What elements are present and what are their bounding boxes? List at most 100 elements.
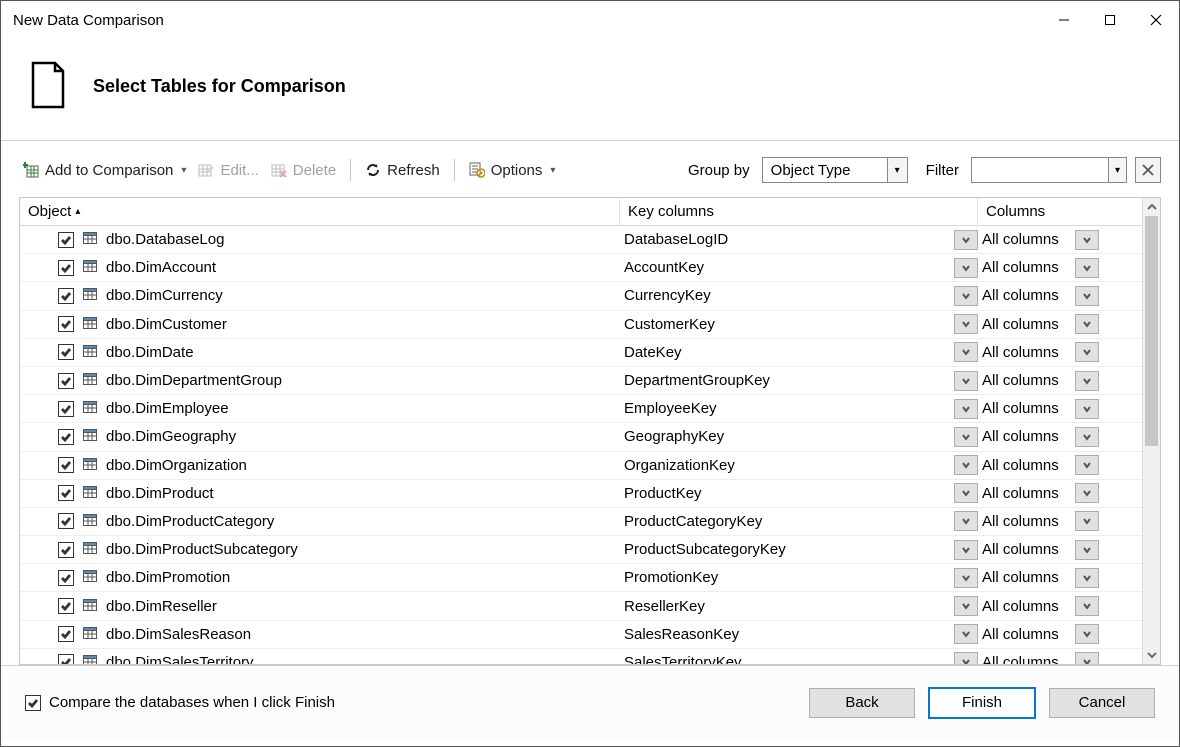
key-column-dropdown[interactable] [954,596,978,616]
scroll-up-icon[interactable] [1143,198,1160,216]
row-checkbox[interactable] [58,288,74,304]
columns-dropdown[interactable] [1075,624,1099,644]
columns-dropdown[interactable] [1075,596,1099,616]
row-checkbox[interactable] [58,570,74,586]
row-checkbox[interactable] [58,316,74,332]
columns-dropdown[interactable] [1075,286,1099,306]
table-icon [82,512,98,531]
table-row[interactable]: dbo.DimProductProductKeyAll columns [20,480,1142,508]
row-checkbox[interactable] [58,232,74,248]
document-icon [29,61,67,112]
titlebar: New Data Comparison [1,1,1179,39]
row-checkbox[interactable] [58,485,74,501]
back-button[interactable]: Back [809,688,915,718]
refresh-button[interactable]: Refresh [361,157,444,183]
table-row[interactable]: dbo.DimAccountAccountKeyAll columns [20,254,1142,282]
delete-table-icon [271,162,287,178]
row-checkbox[interactable] [58,542,74,558]
table-row[interactable]: dbo.DimOrganizationOrganizationKeyAll co… [20,452,1142,480]
row-checkbox[interactable] [58,654,74,664]
groupby-value: Object Type [763,162,887,179]
key-column-dropdown[interactable] [954,483,978,503]
row-checkbox[interactable] [58,429,74,445]
table-row[interactable]: dbo.DimProductSubcategoryProductSubcateg… [20,536,1142,564]
scroll-track[interactable] [1143,216,1160,646]
table-row[interactable]: dbo.DatabaseLogDatabaseLogIDAll columns [20,226,1142,254]
table-row[interactable]: dbo.DimSalesReasonSalesReasonKeyAll colu… [20,621,1142,649]
column-header-key[interactable]: Key columns [620,198,978,225]
key-column-dropdown[interactable] [954,258,978,278]
columns-dropdown[interactable] [1075,455,1099,475]
row-checkbox[interactable] [58,344,74,360]
table-row[interactable]: dbo.DimDepartmentGroupDepartmentGroupKey… [20,367,1142,395]
columns-dropdown[interactable] [1075,314,1099,334]
object-name: dbo.DatabaseLog [106,231,224,248]
filter-input[interactable]: ▾ [971,157,1127,183]
column-header-columns[interactable]: Columns [978,198,1142,225]
row-checkbox[interactable] [58,513,74,529]
scroll-down-icon[interactable] [1143,646,1160,664]
columns-dropdown[interactable] [1075,652,1099,664]
chevron-down-icon[interactable]: ▾ [1108,158,1126,182]
key-column-dropdown[interactable] [954,652,978,664]
vertical-scrollbar[interactable] [1142,198,1160,664]
key-column-dropdown[interactable] [954,286,978,306]
maximize-button[interactable] [1087,1,1133,39]
columns-value: All columns [978,316,1075,333]
table-row[interactable]: dbo.DimCustomerCustomerKeyAll columns [20,311,1142,339]
table-icon [82,230,98,249]
row-checkbox[interactable] [58,457,74,473]
close-button[interactable] [1133,1,1179,39]
options-button[interactable]: Options ▾ [465,157,560,183]
object-name: dbo.DimPromotion [106,569,230,586]
key-column-dropdown[interactable] [954,455,978,475]
key-column-dropdown[interactable] [954,371,978,391]
filter-clear-button[interactable] [1135,157,1161,183]
row-checkbox[interactable] [58,373,74,389]
add-to-comparison-button[interactable]: Add to Comparison ▾ [19,157,190,183]
key-column-dropdown[interactable] [954,568,978,588]
table-row[interactable]: dbo.DimDateDateKeyAll columns [20,339,1142,367]
row-checkbox[interactable] [58,260,74,276]
columns-dropdown[interactable] [1075,342,1099,362]
key-column-dropdown[interactable] [954,230,978,250]
scroll-thumb[interactable] [1145,216,1158,446]
columns-dropdown[interactable] [1075,371,1099,391]
table-row[interactable]: dbo.DimProductCategoryProductCategoryKey… [20,508,1142,536]
column-header-object[interactable]: Object ▴ [20,198,620,225]
table-row[interactable]: dbo.DimCurrencyCurrencyKeyAll columns [20,282,1142,310]
tables-grid: Object ▴ Key columns Columns dbo.Databas… [19,197,1161,665]
table-row[interactable]: dbo.DimGeographyGeographyKeyAll columns [20,423,1142,451]
columns-dropdown[interactable] [1075,399,1099,419]
row-checkbox[interactable] [58,401,74,417]
key-column-dropdown[interactable] [954,540,978,560]
key-column-dropdown[interactable] [954,342,978,362]
minimize-button[interactable] [1041,1,1087,39]
columns-dropdown[interactable] [1075,568,1099,588]
row-checkbox[interactable] [58,626,74,642]
columns-dropdown[interactable] [1075,230,1099,250]
columns-dropdown[interactable] [1075,511,1099,531]
cancel-button[interactable]: Cancel [1049,688,1155,718]
columns-dropdown[interactable] [1075,483,1099,503]
table-icon [82,371,98,390]
row-checkbox[interactable] [58,598,74,614]
columns-dropdown[interactable] [1075,258,1099,278]
finish-button[interactable]: Finish [929,688,1035,718]
table-row[interactable]: dbo.DimPromotionPromotionKeyAll columns [20,564,1142,592]
columns-dropdown[interactable] [1075,540,1099,560]
key-column-dropdown[interactable] [954,399,978,419]
compare-checkbox[interactable]: Compare the databases when I click Finis… [25,694,335,711]
key-column-dropdown[interactable] [954,624,978,644]
object-name: dbo.DimGeography [106,428,236,445]
key-column-dropdown[interactable] [954,427,978,447]
header-section: Select Tables for Comparison [1,39,1179,141]
key-column-dropdown[interactable] [954,314,978,334]
chevron-down-icon[interactable]: ▾ [887,158,907,182]
columns-dropdown[interactable] [1075,427,1099,447]
table-row[interactable]: dbo.DimSalesTerritorySalesTerritoryKeyAl… [20,649,1142,664]
key-column-dropdown[interactable] [954,511,978,531]
table-row[interactable]: dbo.DimEmployeeEmployeeKeyAll columns [20,395,1142,423]
groupby-combo[interactable]: Object Type ▾ [762,157,908,183]
table-row[interactable]: dbo.DimResellerResellerKeyAll columns [20,592,1142,620]
